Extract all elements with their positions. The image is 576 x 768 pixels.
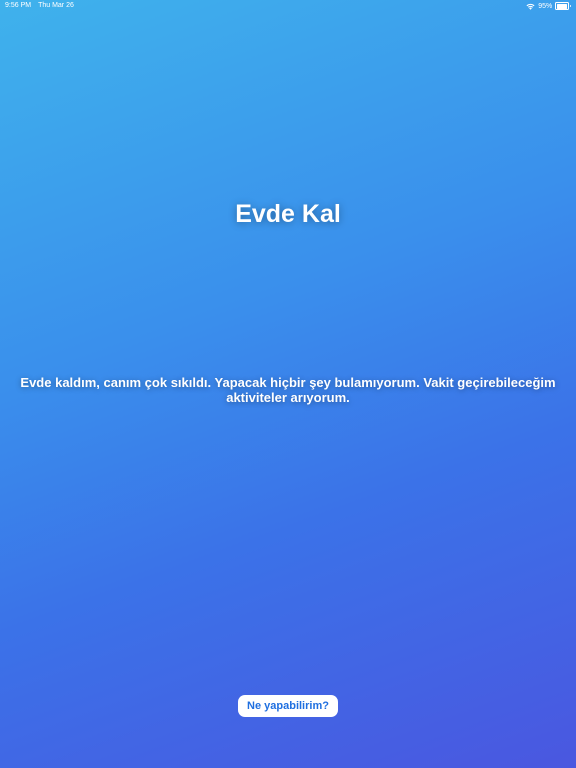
description-text: Evde kaldım, canım çok sıkıldı. Yapacak …	[20, 375, 556, 405]
status-date: Thu Mar 26	[38, 2, 74, 9]
status-right: 95%	[526, 2, 571, 11]
battery-percent: 95%	[538, 2, 553, 10]
page-title: Evde Kal	[235, 200, 341, 228]
wifi-icon	[526, 3, 535, 10]
status-time: 9:56 PM	[5, 2, 32, 9]
battery-body	[555, 2, 570, 11]
battery-icon	[555, 2, 571, 11]
what-can-i-do-button[interactable]: Ne yapabilirim?	[238, 695, 338, 717]
status-left: 9:56 PM Thu Mar 26	[5, 2, 74, 9]
battery-fill	[556, 3, 568, 9]
battery-tip	[570, 5, 571, 8]
status-bar: 9:56 PM Thu Mar 26 95%	[0, 0, 576, 14]
